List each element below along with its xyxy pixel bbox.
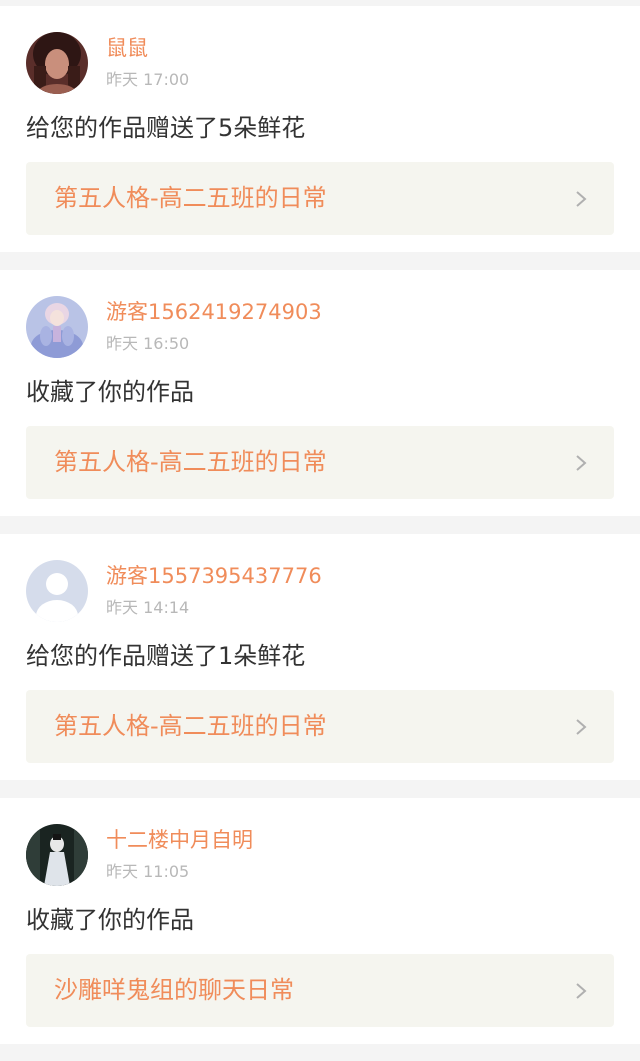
user-photo-avatar-icon [26,32,88,94]
work-link[interactable]: 第五人格-高二五班的日常 [26,162,614,235]
notification-card: 十二楼中月自明 昨天 11:05 收藏了你的作品 沙雕咩鬼组的聊天日常 [0,798,640,1044]
user-avatar[interactable] [26,560,88,622]
timestamp: 昨天 14:14 [106,598,190,617]
chevron-right-icon [574,453,588,473]
notification-message: 收藏了你的作品 [26,378,194,406]
username[interactable]: 游客1562419274903 [106,300,322,324]
user-avatar[interactable] [26,32,88,94]
user-avatar[interactable] [26,824,88,886]
work-link[interactable]: 第五人格-高二五班的日常 [26,426,614,499]
work-link[interactable]: 沙雕咩鬼组的聊天日常 [26,954,614,1027]
user-photo-avatar-icon [26,296,88,358]
work-title: 第五人格-高二五班的日常 [54,448,327,476]
timestamp: 昨天 17:00 [106,70,190,89]
timestamp: 昨天 11:05 [106,862,190,881]
default-user-avatar-icon [26,560,88,622]
notification-card: 鼠鼠 昨天 17:00 给您的作品赠送了5朵鲜花 第五人格-高二五班的日常 [0,6,640,252]
work-title: 第五人格-高二五班的日常 [54,184,327,212]
notification-feed: 鼠鼠 昨天 17:00 给您的作品赠送了5朵鲜花 第五人格-高二五班的日常 游客… [0,0,640,1061]
chevron-right-icon [574,717,588,737]
chevron-right-icon [574,981,588,1001]
chevron-right-icon [574,189,588,209]
work-title: 沙雕咩鬼组的聊天日常 [54,976,294,1004]
user-photo-avatar-icon [26,824,88,886]
username[interactable]: 十二楼中月自明 [106,828,253,852]
notification-card: 游客1557395437776 昨天 14:14 给您的作品赠送了1朵鲜花 第五… [0,534,640,780]
user-avatar[interactable] [26,296,88,358]
username[interactable]: 鼠鼠 [106,36,148,60]
username[interactable]: 游客1557395437776 [106,564,322,588]
timestamp: 昨天 16:50 [106,334,190,353]
notification-message: 收藏了你的作品 [26,906,194,934]
work-title: 第五人格-高二五班的日常 [54,712,327,740]
work-link[interactable]: 第五人格-高二五班的日常 [26,690,614,763]
notification-message: 给您的作品赠送了1朵鲜花 [26,642,306,670]
notification-message: 给您的作品赠送了5朵鲜花 [26,114,306,142]
notification-card: 游客1562419274903 昨天 16:50 收藏了你的作品 第五人格-高二… [0,270,640,516]
